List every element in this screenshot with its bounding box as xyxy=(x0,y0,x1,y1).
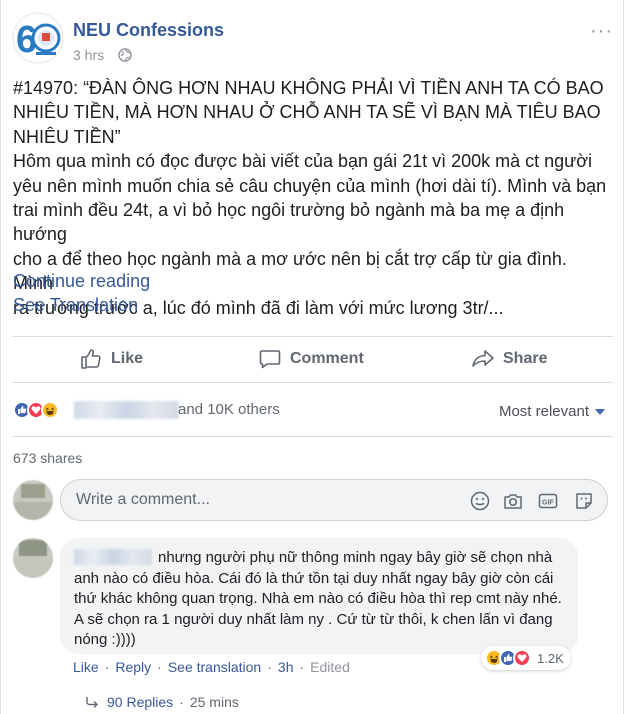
comment-placeholder: Write a comment... xyxy=(76,491,210,508)
comment-label: Comment xyxy=(290,350,364,367)
comment-reaction-count: 1.2K xyxy=(537,650,564,666)
comment-time-link[interactable]: 3h xyxy=(278,659,294,675)
globe-icon xyxy=(118,48,132,62)
more-options-button[interactable]: ··· xyxy=(590,20,613,43)
reaction-count-link[interactable]: and 10K others xyxy=(178,401,280,418)
user-avatar[interactable] xyxy=(13,480,53,520)
share-arrow-icon xyxy=(472,350,494,367)
post-card: 6 NEU Confessions 3 hrs ··· #14970: “ĐÀN… xyxy=(0,0,624,714)
sort-label: Most relevant xyxy=(498,403,589,420)
comment-bubble: nhưng người phụ nữ thông minh ngay bây g… xyxy=(60,538,578,654)
replies-count[interactable]: 90 Replies xyxy=(107,694,173,710)
shares-count-link[interactable]: 673 shares xyxy=(13,450,82,466)
divider xyxy=(12,336,613,337)
gif-icon[interactable]: GIF xyxy=(537,490,559,512)
continue-reading-link[interactable]: Continue reading xyxy=(13,271,150,292)
comment-reactions[interactable]: 1.2K xyxy=(481,646,571,670)
like-button[interactable]: Like xyxy=(79,344,143,374)
post-timestamp[interactable]: 3 hrs xyxy=(73,47,104,63)
post-text-line: yêu nên mình muốn chia sẻ câu chuyện của… xyxy=(13,175,607,196)
comment-see-translation-link[interactable]: See translation xyxy=(168,659,261,675)
comment-icon xyxy=(259,350,281,369)
post-text-line: #14970: “ĐÀN ÔNG HƠN NHAU KHÔNG PHẢI VÌ … xyxy=(13,78,604,98)
post-text-line: NHIÊU TIỀN, MÀ HƠN NHAU Ở CHỖ ANH TA SẼ … xyxy=(13,102,601,123)
page-avatar[interactable]: 6 xyxy=(12,12,64,64)
svg-text:GIF: GIF xyxy=(542,500,554,507)
sticker-icon[interactable] xyxy=(573,490,595,512)
commenter-avatar[interactable] xyxy=(13,538,53,578)
reaction-icons[interactable] xyxy=(13,401,59,419)
comment-sort-dropdown[interactable]: Most relevant xyxy=(499,403,605,420)
love-reaction-icon xyxy=(513,649,531,667)
comment-reply-link[interactable]: Reply xyxy=(115,659,151,675)
page-logo-icon: 6 xyxy=(12,12,64,64)
post-text-line: Hôm qua mình có đọc được bài viết của bạ… xyxy=(13,151,593,172)
caret-down-icon xyxy=(595,409,605,416)
divider xyxy=(12,382,613,383)
camera-icon[interactable] xyxy=(502,490,524,512)
emoji-icon[interactable] xyxy=(469,490,491,512)
comment-input[interactable]: Write a comment... GIF xyxy=(60,479,608,521)
comment-edited-label: Edited xyxy=(310,659,350,675)
comment-button[interactable]: Comment xyxy=(258,344,364,374)
comment-like-link[interactable]: Like xyxy=(73,659,99,675)
divider xyxy=(12,436,613,437)
like-label: Like xyxy=(111,350,144,367)
see-translation-link[interactable]: See Translation xyxy=(13,295,138,316)
thumbs-up-icon xyxy=(81,349,101,369)
share-button[interactable]: Share xyxy=(471,344,547,374)
share-label: Share xyxy=(503,350,548,367)
haha-reaction-icon xyxy=(41,401,59,419)
replies-time: 25 mins xyxy=(189,694,239,710)
view-replies-link[interactable]: 90 Replies · 25 mins xyxy=(85,694,239,710)
blurred-reactor-names xyxy=(74,401,179,419)
reply-arrow-icon xyxy=(86,697,98,708)
comment-meta: Like · Reply · See translation · 3h · Edited xyxy=(73,659,350,675)
comment-text: nhưng người phụ nữ thông minh ngay bây g… xyxy=(74,549,562,649)
page-name-link[interactable]: NEU Confessions xyxy=(73,20,224,41)
post-text-line: trai mình đều 24t, a vì bỏ học ngôi trườ… xyxy=(13,200,565,245)
post-text-line: NHIÊU TIỀN” xyxy=(13,126,121,147)
